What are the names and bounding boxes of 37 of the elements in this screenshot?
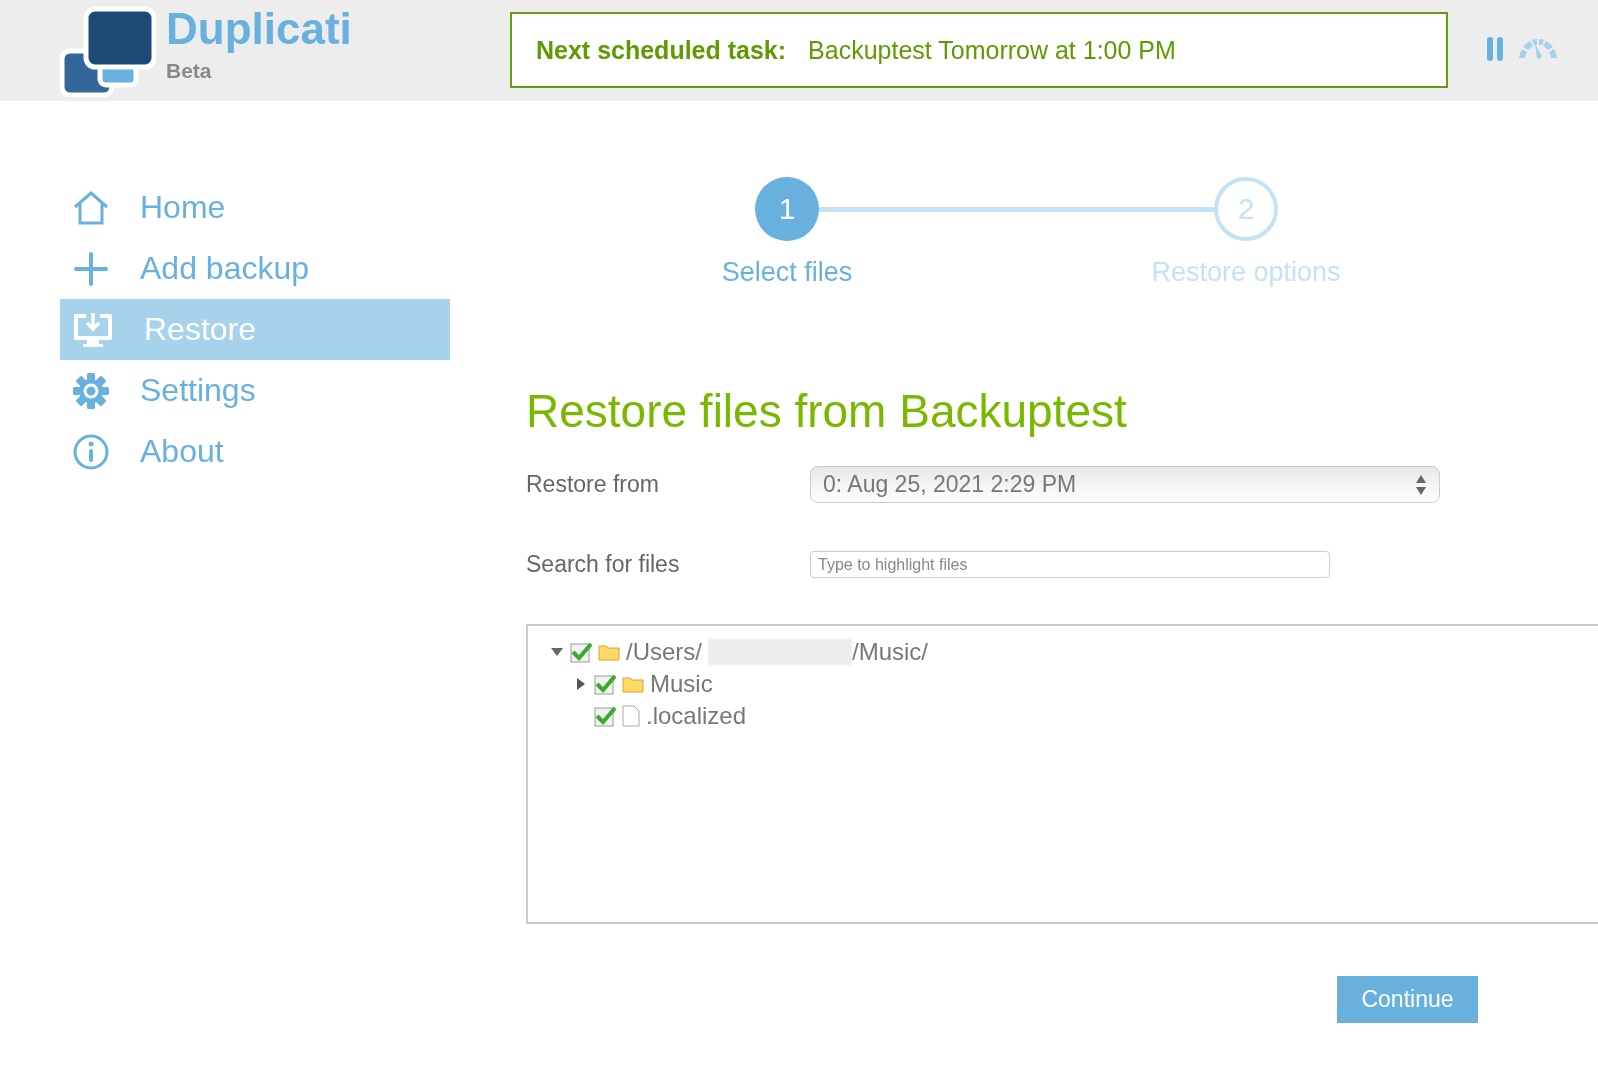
stepper-arrows-icon — [1415, 473, 1427, 496]
info-icon — [72, 432, 110, 471]
nav-item[interactable]: Restore — [60, 299, 450, 360]
tree-item-label[interactable]: .localized — [646, 702, 747, 730]
step-label: Select files — [721, 257, 853, 288]
continue-button[interactable]: Continue — [1337, 976, 1478, 1023]
checkbox[interactable] — [570, 641, 592, 663]
settings-icon — [72, 371, 110, 410]
tree-item-label[interactable]: Music — [650, 670, 713, 698]
home-icon — [72, 189, 110, 226]
app-name: Duplicati — [166, 5, 352, 53]
folder-icon — [622, 675, 644, 693]
nav-item[interactable]: Settings — [60, 360, 450, 421]
pause-icon[interactable] — [1486, 37, 1504, 61]
nav-item[interactable]: Home — [60, 177, 450, 238]
logo-icon — [60, 5, 156, 97]
schedule-label: Next scheduled task: — [536, 35, 787, 65]
folder-icon — [598, 643, 620, 661]
step-circle[interactable]: 1 — [755, 177, 819, 241]
field-label: Search for files — [526, 551, 681, 578]
monitor-download-icon — [72, 310, 114, 349]
version-select[interactable]: 0: Aug 25, 2021 2:29 PM — [810, 466, 1440, 503]
schedule-value: Backuptest Tomorrow at 1:00 PM — [808, 35, 1176, 65]
nav-item[interactable]: Add backup — [60, 238, 450, 299]
checkbox[interactable] — [594, 705, 616, 727]
page-title: Restore files from Backuptest — [526, 384, 1128, 438]
edition-label: Beta — [166, 59, 213, 83]
tree-item-label[interactable]: /Music/ — [852, 638, 929, 666]
search-field[interactable]: Type to highlight files — [810, 551, 1330, 578]
nav-item[interactable]: About — [60, 421, 450, 482]
field-label: Restore from — [526, 471, 660, 498]
file-icon — [622, 705, 640, 727]
checkbox[interactable] — [594, 673, 616, 695]
plus-icon — [72, 250, 110, 287]
step-circle[interactable]: 2 — [1214, 177, 1278, 241]
tree-item-label[interactable]: /Users/ — [626, 638, 702, 666]
step-label: Restore options — [1151, 257, 1341, 288]
